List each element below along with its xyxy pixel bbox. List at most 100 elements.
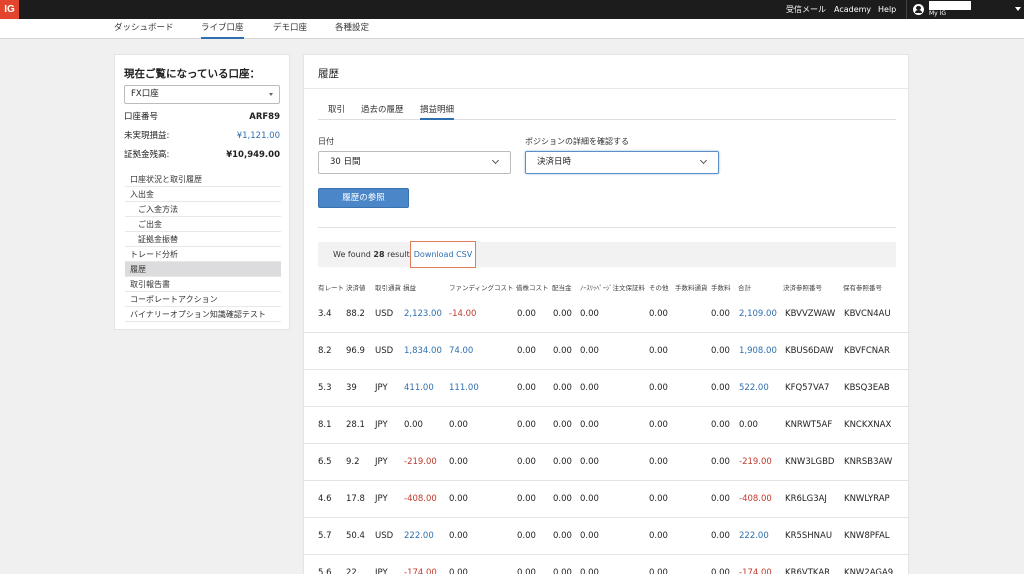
cell-comm: 0.00 bbox=[711, 494, 730, 504]
unrealized-pl-label: 未実現損益: bbox=[124, 131, 170, 141]
menu-account-status[interactable]: 口座状況と取引履歴 bbox=[125, 172, 281, 187]
menu-withdraw[interactable]: ご出金 bbox=[125, 217, 281, 232]
download-csv-button[interactable]: Download CSV bbox=[410, 241, 476, 268]
cell-close: 28.1 bbox=[346, 420, 365, 430]
col-funding[interactable]: ファンディングコスト bbox=[449, 282, 514, 292]
nav-dashboard[interactable]: ダッシュボード bbox=[114, 19, 174, 39]
cell-ccy: JPY bbox=[375, 383, 388, 393]
account-panel-title: 現在ご覧になっている口座： bbox=[124, 68, 260, 80]
account-select[interactable]: FX口座 bbox=[124, 85, 280, 104]
menu-trade-analysis[interactable]: トレード分析 bbox=[125, 247, 281, 262]
date-range-select[interactable]: 30 日間 bbox=[318, 151, 511, 174]
account-menu[interactable]: My IG bbox=[906, 0, 1024, 19]
table-row[interactable]: 5.6 22 JPY -174.00 0.00 0.00 0.00 0.00 0.00 0.00 -… bbox=[304, 555, 908, 574]
unrealized-pl-row: 未実現損益: ¥1,121.00 bbox=[124, 130, 280, 142]
account-select-value: FX口座 bbox=[131, 89, 159, 99]
cell-ccy: USD bbox=[375, 531, 394, 541]
table-row[interactable]: 4.6 17.8 JPY -408.00 0.00 0.00 0.00 0.00 0.00 0.0… bbox=[304, 481, 908, 518]
col-dividend[interactable]: 配当金 bbox=[552, 282, 572, 292]
menu-margin-transfer[interactable]: 証拠金振替 bbox=[125, 232, 281, 247]
col-currency[interactable]: 取引通貨 bbox=[375, 282, 401, 292]
cell-comm: 0.00 bbox=[711, 420, 730, 430]
cell-div: 0.00 bbox=[553, 494, 572, 504]
nav-demo-account[interactable]: デモ口座 bbox=[273, 19, 307, 39]
cell-div: 0.00 bbox=[553, 531, 572, 541]
cell-pl: -174.00 bbox=[404, 568, 437, 574]
margin-balance-label: 証拠金残高: bbox=[124, 150, 170, 160]
cell-other: 0.00 bbox=[649, 309, 668, 319]
table-row[interactable]: 8.1 28.1 JPY 0.00 0.00 0.00 0.00 0.00 0.00 0.00 0.… bbox=[304, 407, 908, 444]
position-detail-value: 決済日時 bbox=[537, 157, 572, 167]
nav-settings[interactable]: 各種設定 bbox=[335, 19, 369, 39]
table-header: 有レート 決済値 取引通貨 損益 ファンディングコスト 借株コスト 配当金 ﾉｰ… bbox=[304, 282, 908, 296]
cell-close-ref: KR5SHNAU bbox=[785, 531, 833, 541]
table-row[interactable]: 3.4 88.2 USD 2,123.00 -14.00 0.00 0.00 0.00 0.00… bbox=[304, 296, 908, 333]
col-commission[interactable]: 手数料 bbox=[711, 282, 731, 292]
user-icon bbox=[913, 4, 924, 15]
table-row[interactable]: 8.2 96.9 USD 1,834.00 74.00 0.00 0.00 0.00 0.00 0… bbox=[304, 333, 908, 370]
col-total[interactable]: 合計 bbox=[738, 282, 751, 292]
table-row[interactable]: 5.3 39 JPY 411.00 111.00 0.00 0.00 0.00 0.00 0.00… bbox=[304, 370, 908, 407]
col-open-ref[interactable]: 保有参照番号 bbox=[843, 282, 882, 292]
cell-other: 0.00 bbox=[649, 346, 668, 356]
tab-past-history[interactable]: 過去の履歴 bbox=[361, 103, 404, 120]
cell-fund: 0.00 bbox=[449, 457, 468, 467]
cell-open-ref: KBSQ3EAB bbox=[844, 383, 890, 393]
cell-gsl: 0.00 bbox=[580, 309, 599, 319]
help-link[interactable]: Help bbox=[878, 0, 896, 19]
view-history-button[interactable]: 履歴の参照 bbox=[318, 188, 409, 208]
cell-rate: 4.6 bbox=[318, 494, 332, 504]
cell-close: 96.9 bbox=[346, 346, 365, 356]
col-pl[interactable]: 損益 bbox=[403, 282, 416, 292]
cell-borrow: 0.00 bbox=[517, 346, 536, 356]
cell-close-ref: KFQ57VA7 bbox=[785, 383, 830, 393]
col-comm-currency[interactable]: 手数料通貨 bbox=[675, 282, 708, 292]
history-panel: 履歴 取引 過去の履歴 損益明細 日付 30 日間 ポジションの詳細を確認する … bbox=[303, 54, 909, 574]
position-detail-select[interactable]: 決済日時 bbox=[525, 151, 719, 174]
ig-logo[interactable]: IG bbox=[0, 0, 19, 19]
col-close-ref[interactable]: 決済参照番号 bbox=[783, 282, 822, 292]
account-panel: 現在ご覧になっている口座： FX口座 口座番号 ARF89 未実現損益: ¥1,… bbox=[114, 54, 290, 330]
tab-pl-details[interactable]: 損益明細 bbox=[420, 103, 455, 120]
menu-corporate-actions[interactable]: コーポレートアクション bbox=[125, 292, 281, 307]
table-row[interactable]: 5.7 50.4 USD 222.00 0.00 0.00 0.00 0.00 0.00 0.00… bbox=[304, 518, 908, 555]
cell-other: 0.00 bbox=[649, 568, 668, 574]
cell-gsl: 0.00 bbox=[580, 531, 599, 541]
cell-borrow: 0.00 bbox=[517, 383, 536, 393]
cell-rate: 5.7 bbox=[318, 531, 332, 541]
col-close-price[interactable]: 決済値 bbox=[346, 282, 366, 292]
tab-trades[interactable]: 取引 bbox=[328, 103, 345, 120]
menu-deposit-withdraw[interactable]: 入出金 bbox=[125, 187, 281, 202]
cell-close-ref: KNRWT5AF bbox=[785, 420, 833, 430]
nav-live-account[interactable]: ライブ口座 bbox=[201, 19, 244, 39]
results-count: 28 bbox=[373, 250, 385, 259]
cell-open-ref: KNW2AGA9 bbox=[844, 568, 894, 574]
cell-close-ref: KNW3LGBD bbox=[785, 457, 835, 467]
cell-open-ref: KBVFCNAR bbox=[844, 346, 890, 356]
cell-close-ref: KR6VTKAR bbox=[785, 568, 831, 574]
cell-pl: 222.00 bbox=[404, 531, 434, 541]
menu-deposit-methods[interactable]: ご入金方法 bbox=[125, 202, 281, 217]
inbox-link[interactable]: 受信メール bbox=[786, 0, 826, 19]
col-other[interactable]: その他 bbox=[649, 282, 669, 292]
cell-total: 1,908.00 bbox=[739, 346, 777, 356]
cell-fund: 111.00 bbox=[449, 383, 479, 393]
margin-balance-value: ¥10,949.00 bbox=[226, 150, 280, 160]
menu-history[interactable]: 履歴 bbox=[125, 262, 281, 277]
cell-open-ref: KNCKXNAX bbox=[844, 420, 892, 430]
col-borrow[interactable]: 借株コスト bbox=[516, 282, 549, 292]
menu-binary-test[interactable]: バイナリーオプション知識確認テスト bbox=[125, 307, 281, 322]
table-row[interactable]: 6.5 9.2 JPY -219.00 0.00 0.00 0.00 0.00 0.00 0.00… bbox=[304, 444, 908, 481]
account-number-value: ARF89 bbox=[249, 112, 280, 122]
cell-rate: 6.5 bbox=[318, 457, 332, 467]
top-bar: IG 受信メール Academy Help My IG bbox=[0, 0, 1024, 19]
cell-comm: 0.00 bbox=[711, 531, 730, 541]
results-count-text: We found 28 results bbox=[333, 242, 414, 267]
academy-link[interactable]: Academy bbox=[834, 0, 871, 19]
cell-borrow: 0.00 bbox=[517, 309, 536, 319]
col-rate[interactable]: 有レート bbox=[318, 282, 344, 292]
cell-total: -219.00 bbox=[739, 457, 772, 467]
cell-total: 2,109.00 bbox=[739, 309, 777, 319]
col-gsl[interactable]: ﾉｰｽﾘｯﾍﾟｰｼﾞ注文保証料 bbox=[580, 282, 645, 292]
menu-trade-reports[interactable]: 取引報告書 bbox=[125, 277, 281, 292]
